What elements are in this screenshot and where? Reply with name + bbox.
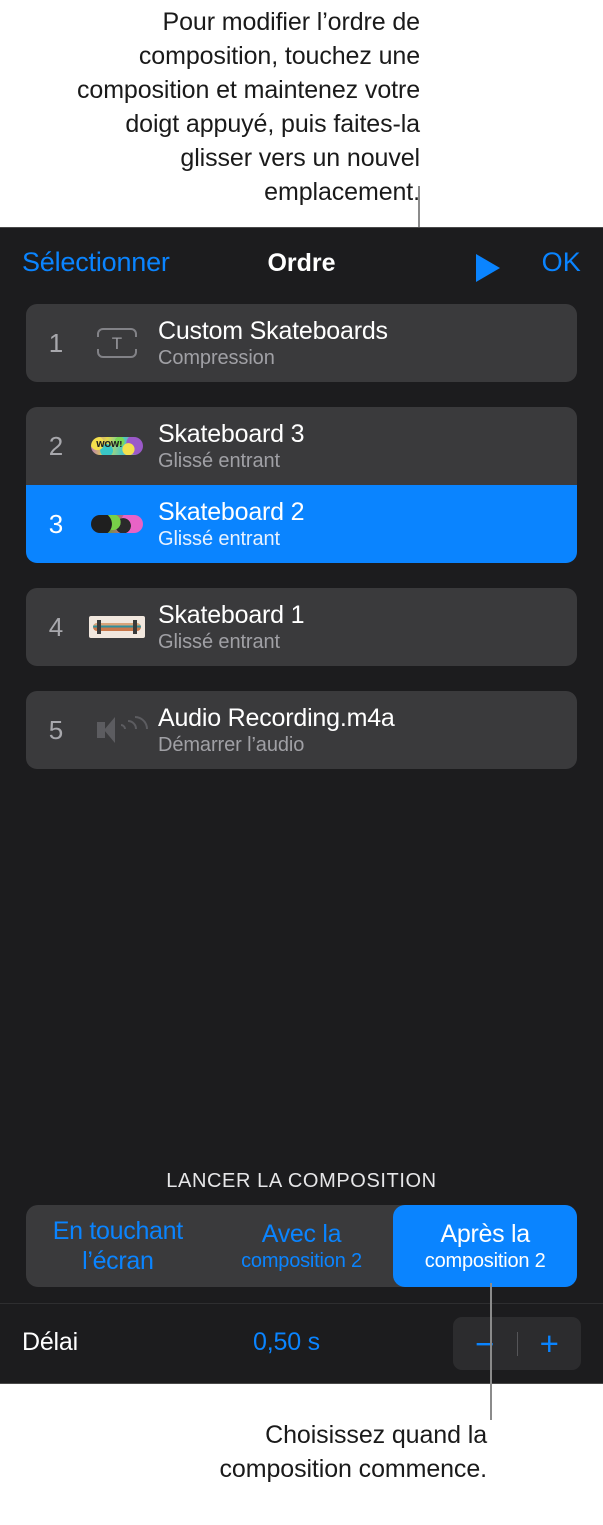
row-text: Skateboard 2 Glissé entrant <box>158 498 577 551</box>
row-title: Skateboard 1 <box>158 600 305 629</box>
segment-label-line2: composition 2 <box>241 1249 362 1272</box>
table-row[interactable]: 2 WOW! Skateboard 3 Glissé entrant <box>26 407 577 485</box>
row-index: 3 <box>48 508 64 539</box>
play-icon[interactable] <box>476 254 500 282</box>
callout-text-bottom: Choisissez quand la composition commence… <box>219 1421 488 1483</box>
segment-after-build[interactable]: Après la composition 2 <box>393 1205 578 1287</box>
row-text: Audio Recording.m4a Démarrer l’audio <box>158 704 577 757</box>
table-row[interactable]: 5 Audio Recording.m4a Démarrer l’audio <box>26 691 577 769</box>
skateboard-2-thumbnail <box>86 502 148 546</box>
row-title: Skateboard 3 <box>158 419 305 448</box>
row-subtitle: Démarrer l’audio <box>158 733 305 756</box>
delay-increment-button[interactable]: + <box>518 1317 582 1370</box>
row-subtitle: Glissé entrant <box>158 527 280 550</box>
quantity-stepper[interactable]: − + <box>453 1317 581 1370</box>
row-index: 4 <box>48 611 64 642</box>
row-subtitle: Compression <box>158 346 275 369</box>
row-text: Skateboard 3 Glissé entrant <box>158 420 577 473</box>
callout-leader-line-bottom <box>490 1283 492 1420</box>
panel-header: Sélectionner Ordre OK <box>0 228 603 304</box>
row-index: 1 <box>48 327 64 358</box>
keynote-build-order-panel: Sélectionner Ordre OK 1 T Custom Skatebo… <box>0 227 603 1384</box>
table-row[interactable]: 1 T Custom Skateboards Compression <box>26 304 577 382</box>
section-header: LANCER LA COMPOSITION <box>166 1170 437 1192</box>
row-subtitle: Glissé entrant <box>158 630 280 653</box>
delay-row: Délai 0,50 s − + <box>0 1303 603 1383</box>
segment-label-line2: composition 2 <box>424 1249 546 1272</box>
speaker-icon <box>86 708 154 752</box>
row-text: Custom Skateboards Compression <box>158 317 577 370</box>
table-row-selected[interactable]: 3 Skateboard 2 Glissé entrant <box>26 485 577 563</box>
segment-label-line1: En touchant <box>52 1217 183 1245</box>
segment-on-tap[interactable]: En touchant l’écran <box>26 1205 210 1287</box>
table-row[interactable]: 4 Skateboard 1 Glissé entrant <box>26 588 577 666</box>
build-order-list: 1 T Custom Skateboards Compression 2 WOW… <box>0 304 603 794</box>
segment-with-build[interactable]: Avec la composition 2 <box>210 1205 394 1287</box>
segment-label-line1: Après la <box>440 1219 531 1248</box>
skateboard-1-thumbnail <box>86 605 148 649</box>
start-composition-section: LANCER LA COMPOSITION En touchant l’écra… <box>0 1170 603 1383</box>
row-title: Custom Skateboards <box>158 316 388 345</box>
done-button[interactable]: OK <box>542 247 581 278</box>
row-index: 2 <box>48 430 64 461</box>
row-subtitle: Glissé entrant <box>158 449 280 472</box>
screenshot-root: Pour modifier l’ordre de composition, to… <box>0 0 603 1525</box>
segment-label-line1: Avec la <box>261 1219 342 1248</box>
start-trigger-segmented-control[interactable]: En touchant l’écran Avec la composition … <box>26 1205 578 1287</box>
skateboard-wow-thumbnail: WOW! <box>86 424 148 468</box>
delay-decrement-button[interactable]: − <box>453 1317 517 1370</box>
row-title: Audio Recording.m4a <box>158 703 395 732</box>
text-placeholder-icon: T <box>86 321 148 365</box>
callout-text-top: Pour modifier l’ordre de composition, to… <box>76 8 420 206</box>
row-index: 5 <box>48 714 64 745</box>
row-text: Skateboard 1 Glissé entrant <box>158 601 577 654</box>
page-title: Ordre <box>267 249 336 277</box>
segment-label-line2: l’écran <box>82 1247 154 1275</box>
row-title: Skateboard 2 <box>158 497 305 526</box>
